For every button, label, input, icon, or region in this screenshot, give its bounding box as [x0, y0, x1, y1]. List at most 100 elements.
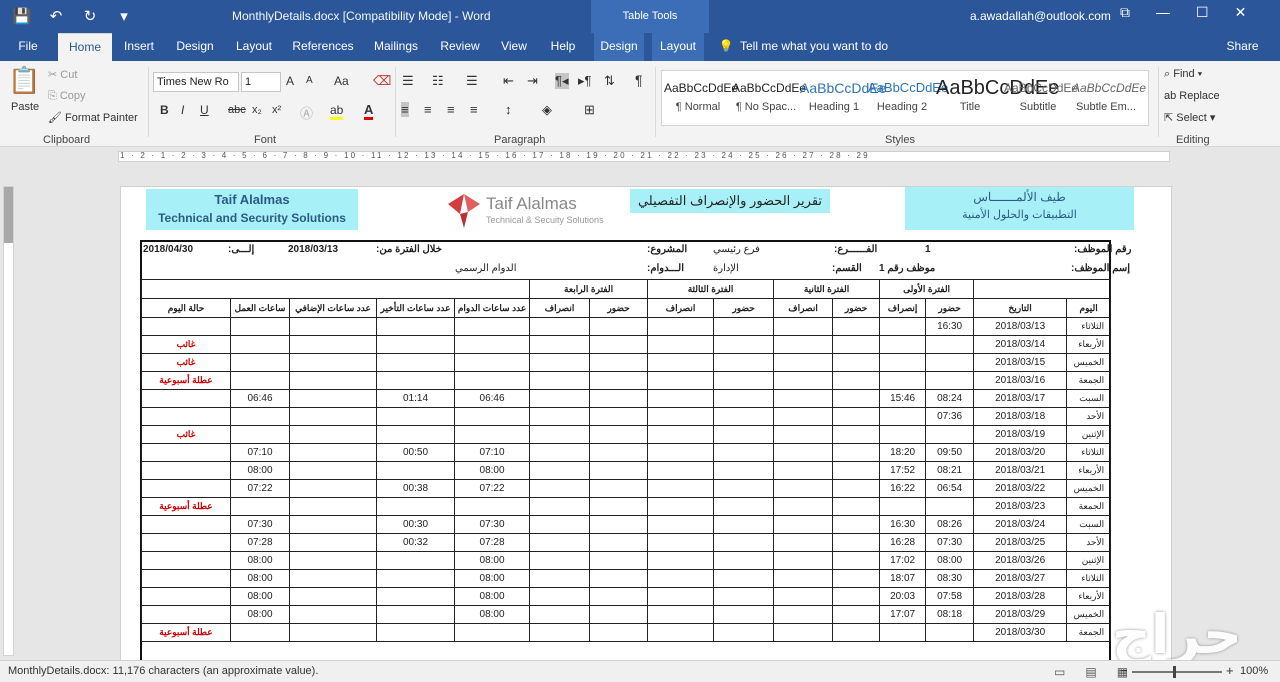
subscript-button[interactable]: x₂ [252, 104, 262, 116]
paste-button[interactable]: Paste [11, 101, 39, 113]
close-icon[interactable]: ✕ [1235, 4, 1247, 21]
tab-view[interactable]: View [494, 33, 534, 61]
italic-button[interactable]: I [181, 103, 184, 117]
ltr-direction-icon[interactable]: ▸¶ [578, 73, 592, 89]
late-hours-cell [376, 623, 455, 642]
style-no-spacing[interactable]: AaBbCcDdEe ¶ No Spac... [732, 71, 806, 125]
change-case-button[interactable]: Aa [334, 74, 349, 88]
ribbon-display-icon[interactable]: ⧉ [1120, 4, 1130, 21]
maximize-icon[interactable]: ☐ [1196, 4, 1209, 21]
find-button[interactable]: ⌕ Find ▾ [1164, 68, 1202, 81]
tell-me-search[interactable]: Tell me what you want to do [740, 33, 890, 61]
style-heading-1[interactable]: AaBbCcDdEe Heading 1 [800, 71, 886, 125]
style-normal[interactable]: AaBbCcDdEe ¶ Normal [664, 71, 738, 125]
tab-references[interactable]: References [288, 33, 358, 61]
table-row: 07:36 2018/03/18 الأحد [141, 407, 1112, 426]
tab-help[interactable]: Help [542, 33, 584, 61]
share-button[interactable]: Share [1215, 33, 1270, 61]
work-hours-cell: 07:30 [230, 515, 290, 534]
sort-icon[interactable]: ⇅ [604, 73, 615, 89]
tab-mailings[interactable]: Mailings [366, 33, 426, 61]
period1-out-cell [879, 335, 927, 354]
save-icon[interactable]: 💾 [12, 7, 32, 25]
tab-table-layout[interactable]: Layout [652, 33, 704, 61]
horizontal-ruler[interactable]: 1 · 2 · 1 · 2 · 3 · 4 · 5 · 6 · 7 · 8 · … [0, 147, 1280, 165]
period4-out-cell [529, 515, 591, 534]
period4-in-cell [589, 623, 649, 642]
underline-button[interactable]: U [200, 103, 209, 117]
redo-icon[interactable]: ↻ [80, 7, 100, 25]
bullets-icon[interactable]: ☰ [402, 73, 414, 89]
tab-home[interactable]: Home [58, 33, 112, 61]
style-heading-2[interactable]: AaBbCcDdEe Heading 2 [868, 71, 948, 125]
show-marks-button[interactable]: ¶ [635, 72, 643, 88]
replace-button[interactable]: ab Replace [1164, 90, 1220, 102]
numbering-icon[interactable]: ☷ [432, 73, 444, 89]
tab-design[interactable]: Design [170, 33, 220, 61]
zoom-slider[interactable] [1132, 671, 1222, 673]
superscript-button[interactable]: x² [272, 104, 281, 116]
column-header-row: حالة اليوم ساعات العمل عدد ساعات الإضافي عد… [141, 298, 1112, 318]
decrease-indent-icon[interactable]: ⇤ [503, 73, 514, 89]
customize-qat-icon[interactable]: ▾ [114, 7, 134, 25]
copy-button[interactable]: ⎘ Copy [48, 90, 86, 103]
borders-icon[interactable]: ⊞ [584, 102, 595, 118]
word-count-status[interactable]: MonthlyDetails.docx: 11,176 characters (… [8, 665, 318, 677]
account-name[interactable]: a.awadallah@outlook.com [970, 9, 1111, 23]
highlight-color-icon[interactable]: ab [330, 103, 344, 120]
zoom-slider-thumb[interactable] [1173, 666, 1176, 678]
strikethrough-button[interactable]: abc [228, 104, 246, 116]
increase-indent-icon[interactable]: ⇥ [527, 73, 538, 89]
period1-out-cell: 17:02 [879, 551, 927, 570]
zoom-level[interactable]: 100% [1240, 665, 1268, 677]
tab-file[interactable]: File [8, 33, 48, 61]
vertical-scrollbar[interactable] [1268, 165, 1280, 660]
print-layout-icon[interactable]: ▤ [1085, 665, 1096, 679]
vertical-ruler[interactable] [3, 186, 14, 656]
overtime-cell [289, 569, 377, 588]
shading-icon[interactable]: ◈ [542, 102, 552, 118]
tab-insert[interactable]: Insert [116, 33, 162, 61]
rtl-direction-icon[interactable]: ¶◂ [555, 73, 569, 89]
align-right-icon[interactable]: ≡ [447, 102, 455, 117]
cut-button[interactable]: ✂ Cut [48, 68, 77, 81]
shrink-font-button[interactable]: A [306, 75, 313, 86]
minimize-icon[interactable]: — [1156, 4, 1170, 21]
tab-review[interactable]: Review [434, 33, 486, 61]
text-effects-icon[interactable]: Ⓐ [300, 103, 313, 122]
table-row: غائب 2018/03/14 الأربعاء [141, 335, 1112, 354]
align-center-icon[interactable]: ≡ [424, 102, 432, 117]
table-row: 07:22 00:38 07:22 16:22 06:54 2018/03/22 الخمي… [141, 479, 1112, 498]
day-cell: الإثنين [1066, 425, 1112, 444]
style-subtle-emphasis[interactable]: AaBbCcDdEe Subtle Em... [1072, 71, 1146, 125]
period1-out-cell: 18:20 [879, 443, 927, 462]
multilevel-list-icon[interactable]: ☰ [466, 73, 478, 89]
duty-hours-cell [453, 371, 531, 390]
align-left-icon[interactable]: ≡ [401, 102, 409, 117]
font-color-button[interactable]: A [364, 102, 374, 120]
overtime-cell [289, 479, 377, 498]
justify-icon[interactable]: ≡ [470, 102, 478, 117]
zoom-out-button[interactable]: − [1120, 663, 1128, 678]
date-cell: 2018/03/29 [973, 605, 1068, 624]
select-button[interactable]: ⇱ Select ▾ [1164, 111, 1215, 124]
document-page[interactable]: Taif Alalmas Technical and Security Solu… [120, 186, 1172, 662]
format-painter-button[interactable]: 🖌 Format Painter [48, 111, 138, 124]
clear-formatting-icon[interactable]: ⌫ [373, 73, 391, 89]
undo-icon[interactable]: ↶ [46, 7, 66, 25]
style-subtitle[interactable]: AaBbCcDdEe Subtitle [1004, 71, 1078, 125]
line-spacing-icon[interactable]: ↕ [505, 102, 512, 117]
lightbulb-icon[interactable]: 💡 [716, 33, 736, 61]
tab-table-design[interactable]: Design [594, 33, 644, 61]
grow-font-button[interactable]: A [286, 74, 294, 88]
zoom-in-button[interactable]: + [1226, 663, 1234, 678]
style-title[interactable]: AaBbCcDdEe Title [936, 71, 1059, 125]
period1-in-cell: 07:30 [925, 533, 975, 552]
bold-button[interactable]: B [160, 103, 169, 117]
read-mode-icon[interactable]: ▭ [1054, 665, 1065, 679]
font-size-field[interactable]: 1 [241, 72, 281, 92]
font-name-field[interactable]: Times New Ro [153, 72, 239, 92]
paste-icon[interactable]: 📋 [8, 65, 40, 96]
paragraph-group-label: Paragraph [494, 134, 546, 146]
tab-layout[interactable]: Layout [228, 33, 280, 61]
